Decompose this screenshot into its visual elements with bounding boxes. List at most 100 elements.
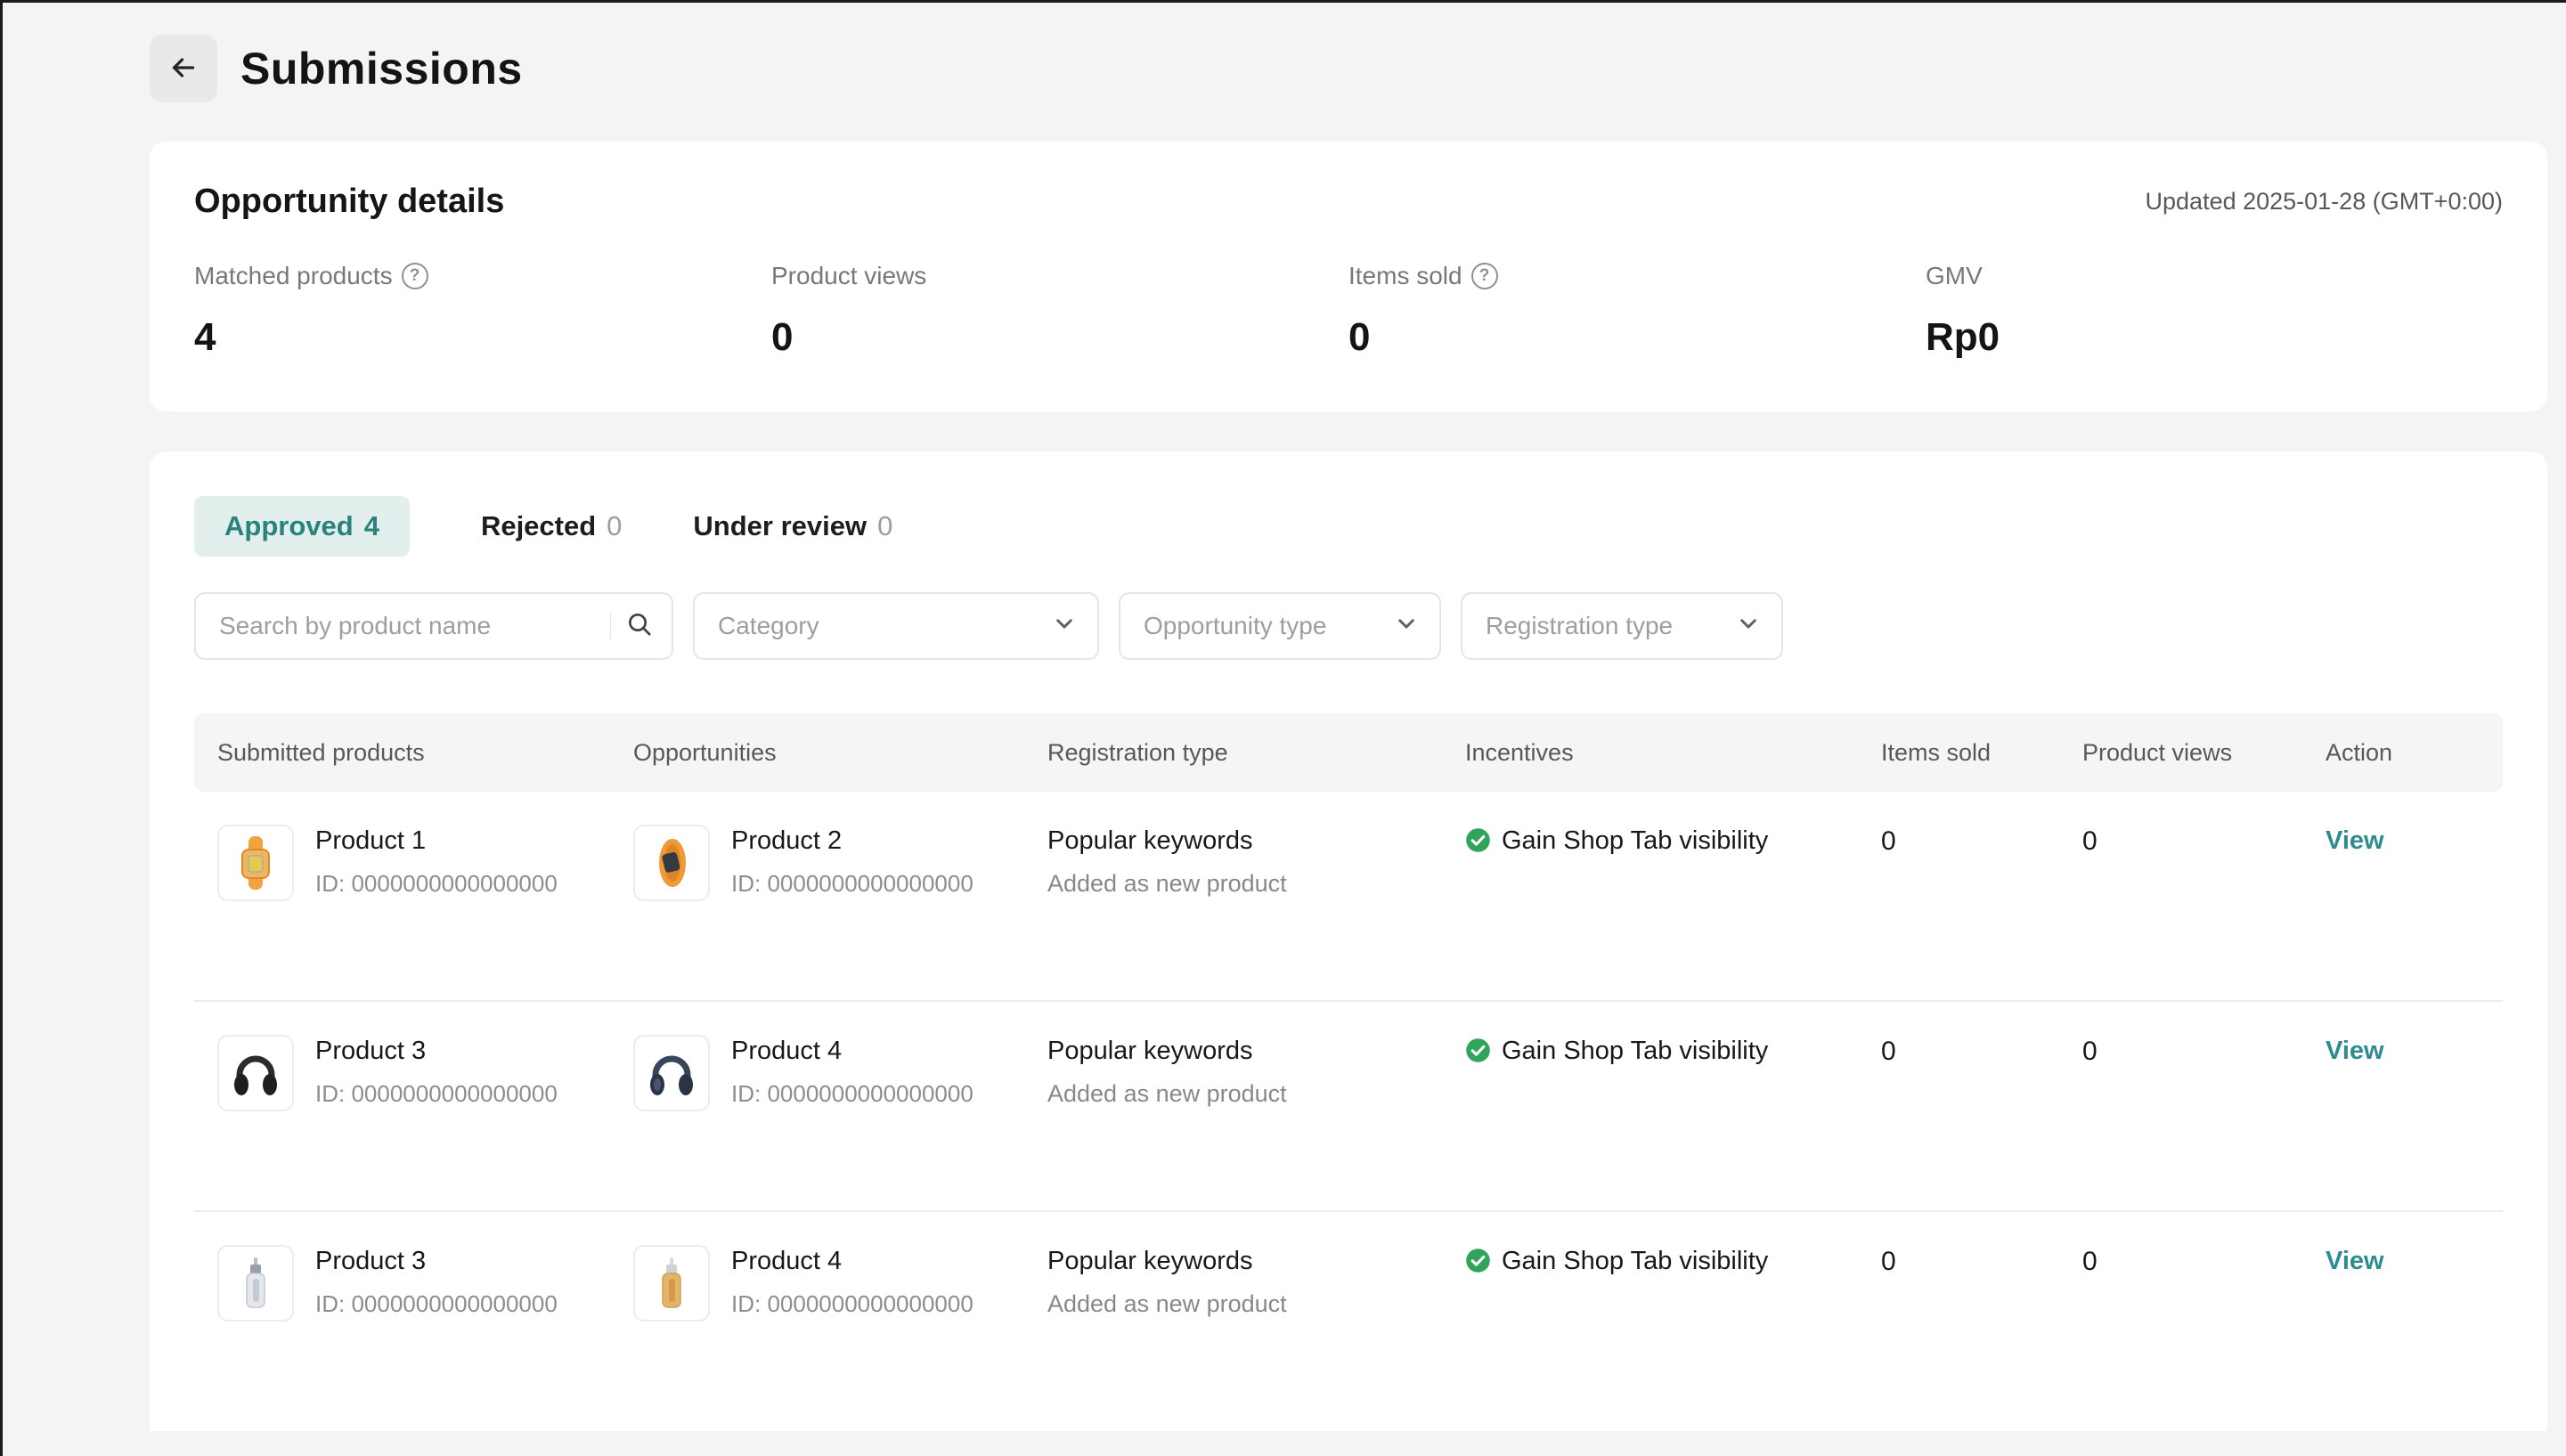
help-icon[interactable]: ? (401, 263, 428, 289)
product-info: Product 1 ID: 0000000000000000 (315, 825, 558, 898)
submissions-card: Approved 4 Rejected 0 Under review 0 Category… (150, 451, 2547, 1431)
table-header-row: Submitted products Opportunities Registrat… (194, 713, 2503, 792)
metric-label: GMV (1926, 262, 2503, 290)
tab-label: Rejected (480, 510, 597, 541)
page-title: Submissions (240, 44, 523, 94)
incentives-cell: Gain Shop Tab visibility (1442, 1245, 1858, 1278)
view-link[interactable]: View (2326, 826, 2384, 856)
check-circle-icon (1465, 827, 1491, 858)
product-image (217, 825, 294, 901)
product-info: Product 4 ID: 0000000000000000 (731, 1245, 973, 1318)
registration-subtext: Added as new product (1047, 870, 1287, 897)
table-row: Product 3 ID: 0000000000000000 Product 4 ID… (194, 1002, 2503, 1212)
registration-type: Popular keywords (1047, 1037, 1253, 1065)
registration-type-cell: Popular keywords Added as new product (1024, 1245, 1442, 1318)
product-info: Product 2 ID: 0000000000000000 (731, 825, 973, 898)
metrics-row: Matched products? 4 Product views 0 Items so… (194, 262, 2503, 360)
dropdown-label: Opportunity type (1144, 612, 1327, 639)
action-cell: View (2302, 825, 2503, 856)
registration-type-cell: Popular keywords Added as new product (1024, 1035, 1442, 1108)
product-name: Product 3 (315, 1037, 427, 1065)
tab-count: 4 (363, 510, 379, 541)
tab-rejected[interactable]: Rejected 0 (481, 496, 622, 557)
table-body: Product 1 ID: 0000000000000000 Product 2 ID… (194, 792, 2503, 1422)
product-id: ID: 0000000000000000 (315, 1080, 558, 1107)
product-id: ID: 0000000000000000 (315, 870, 558, 897)
incentive-label: Gain Shop Tab visibility (1502, 826, 1769, 855)
search-box[interactable] (194, 592, 673, 660)
action-cell: View (2302, 1035, 2503, 1066)
dropdown-registration-type[interactable]: Registration type (1461, 592, 1783, 660)
product-image (217, 1035, 294, 1111)
product-name: Product 4 (731, 1037, 843, 1065)
column-header: Opportunities (633, 738, 777, 766)
registration-subtext: Added as new product (1047, 1290, 1287, 1317)
updated-timestamp: Updated 2025-01-28 (GMT+0:00) (2145, 188, 2503, 215)
product-info: Product 3 ID: 0000000000000000 (315, 1245, 558, 1318)
product-id: ID: 0000000000000000 (731, 1290, 973, 1317)
registration-type: Popular keywords (1047, 1247, 1253, 1275)
search-input[interactable] (219, 612, 610, 640)
check-circle-icon (1465, 1248, 1491, 1278)
page-header: Submissions (150, 35, 2547, 102)
submitted-product-cell: Product 1 ID: 0000000000000000 (194, 825, 610, 901)
status-tabs: Approved 4 Rejected 0 Under review 0 (194, 496, 2503, 557)
table-row: Product 3 ID: 0000000000000000 Product 4 ID… (194, 1212, 2503, 1422)
tab-under-review[interactable]: Under review 0 (693, 496, 892, 557)
product-info: Product 3 ID: 0000000000000000 (315, 1035, 558, 1108)
dropdown-label: Registration type (1486, 612, 1674, 639)
column-header: Submitted products (217, 738, 425, 766)
chevron-down-icon (1737, 612, 1760, 641)
help-icon[interactable]: ? (1470, 263, 1498, 289)
product-id: ID: 0000000000000000 (315, 1290, 558, 1317)
metric-value: 0 (771, 315, 794, 359)
view-link[interactable]: View (2326, 1247, 2384, 1276)
column-header: Incentives (1465, 738, 1574, 766)
dropdown-opportunity-type[interactable]: Opportunity type (1119, 592, 1441, 660)
product-id: ID: 0000000000000000 (731, 1080, 973, 1107)
registration-subtext: Added as new product (1047, 1080, 1287, 1107)
product-image (633, 1035, 710, 1111)
product-views-value: 0 (2082, 826, 2098, 856)
tab-count: 0 (877, 510, 893, 541)
back-button[interactable] (150, 35, 217, 102)
metric-label: Product views (771, 262, 1348, 290)
dropdown-label: Category (718, 612, 819, 639)
tab-label: Approved (224, 510, 354, 541)
metric-label-text: GMV (1926, 262, 1983, 289)
column-header: Action (2326, 738, 2393, 766)
column-header: Items sold (1881, 738, 1992, 766)
metric: Matched products? 4 (194, 262, 771, 360)
opportunity-product-cell: Product 4 ID: 0000000000000000 (610, 1245, 1024, 1322)
check-circle-icon (1465, 1037, 1491, 1068)
tab-label: Under review (693, 510, 868, 541)
opportunity-details-card: Opportunity details Updated 2025-01-28 (… (150, 142, 2547, 411)
dropdown-category[interactable]: Category (693, 592, 1099, 660)
product-image (217, 1245, 294, 1322)
tab-approved[interactable]: Approved 4 (194, 496, 410, 557)
action-cell: View (2302, 1245, 2503, 1276)
metric: Product views 0 (771, 262, 1348, 360)
metric-label: Matched products? (194, 262, 771, 290)
table-row: Product 1 ID: 0000000000000000 Product 2 ID… (194, 792, 2503, 1002)
opportunity-product-cell: Product 4 ID: 0000000000000000 (610, 1035, 1024, 1111)
items-sold-value: 0 (1881, 826, 1896, 856)
magnifier-icon[interactable] (625, 610, 654, 643)
dropdowns-group: Category Opportunity type Registration typ… (693, 592, 1783, 660)
items-sold-value: 0 (1881, 1037, 1896, 1066)
metric-label-text: Items sold (1348, 262, 1462, 289)
submitted-product-cell: Product 3 ID: 0000000000000000 (194, 1035, 610, 1111)
metric-label: Items sold? (1348, 262, 1926, 290)
registration-type: Popular keywords (1047, 826, 1253, 855)
view-link[interactable]: View (2326, 1037, 2384, 1066)
page: Submissions Opportunity details Updated … (3, 35, 2566, 1431)
product-image (633, 1245, 710, 1322)
opportunity-product-cell: Product 2 ID: 0000000000000000 (610, 825, 1024, 901)
opportunity-details-title: Opportunity details (194, 183, 505, 220)
submitted-product-cell: Product 3 ID: 0000000000000000 (194, 1245, 610, 1322)
product-info: Product 4 ID: 0000000000000000 (731, 1035, 973, 1108)
tab-count: 0 (607, 510, 623, 541)
arrow-left-icon (167, 52, 200, 86)
search-divider (610, 613, 611, 639)
product-name: Product 1 (315, 826, 427, 855)
